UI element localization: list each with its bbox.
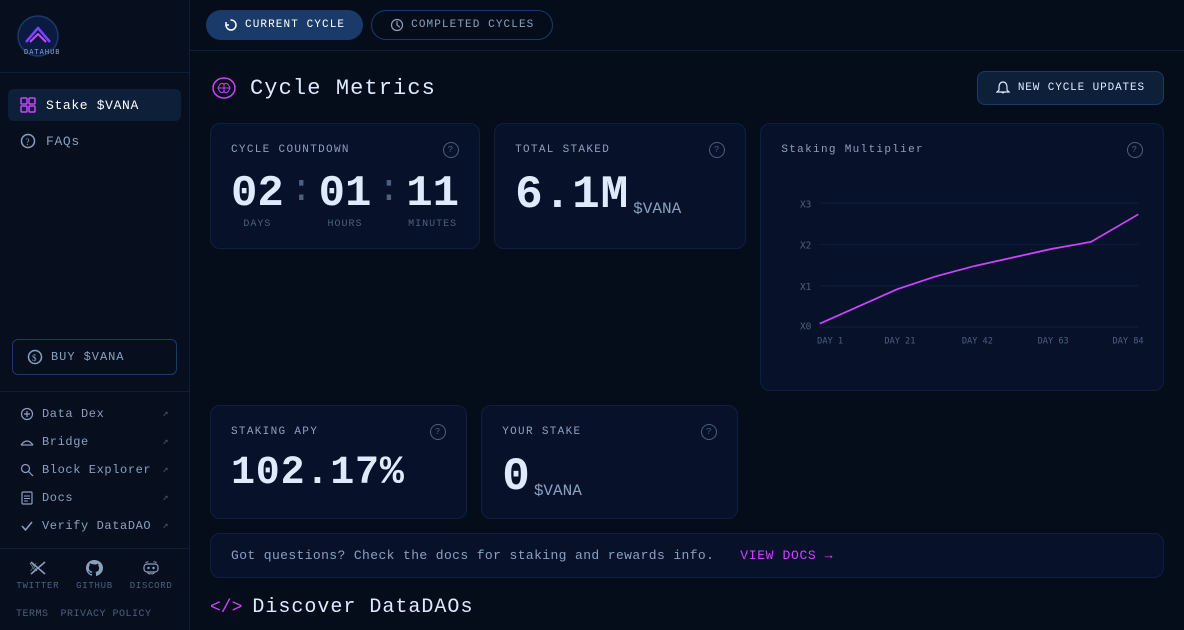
svg-text:?: ? [26,137,31,147]
data-dex-icon [20,407,34,421]
tab-current-cycle[interactable]: CURRENT CYCLE [206,10,363,40]
sidebar-item-block-explorer[interactable]: Block Explorer ↗ [8,456,181,484]
buy-vana-button[interactable]: $ BUY $VANA [12,339,177,375]
terms-link[interactable]: TERMS [16,609,49,620]
content-area: Cycle Metrics NEW CYCLE UPDATES CYCLE CO… [190,51,1184,630]
countdown-days: 02 DAYS [231,172,284,230]
sidebar-item-docs[interactable]: Docs ↗ [8,484,181,512]
svg-text:DAY 63: DAY 63 [1038,336,1069,346]
coin-icon: $ [27,349,43,365]
your-stake-label: YOUR STAKE ? [502,424,717,440]
bridge-icon [20,435,34,449]
svg-text:X0: X0 [800,322,812,333]
code-icon: </> [210,598,242,618]
external-link-icon: ↗ [162,520,169,532]
external-link-icon: ↗ [162,408,169,420]
svg-text:X2: X2 [800,241,811,252]
discord-link[interactable]: DISCORD [130,559,173,591]
discord-icon [142,559,160,577]
discover-section-header: </> Discover DataDAOs [210,596,1164,619]
help-icon: ? [20,133,36,149]
cycle-countdown-info[interactable]: ? [443,142,459,158]
sidebar-item-stake[interactable]: Stake $VANA [8,89,181,121]
chart-spacer [752,405,1164,519]
svg-text:DAY 21: DAY 21 [885,336,916,346]
view-docs-link[interactable]: VIEW DOCS → [740,548,833,563]
discover-title: Discover DataDAOs [252,596,473,619]
total-staked-value: 6.1M$VANA [515,172,725,218]
logo[interactable]: DATAHUB [16,14,173,58]
tab-completed-cycles[interactable]: COMPLETED CYCLES [371,10,553,40]
staking-multiplier-chart: X3 X2 X1 X0 DAY 1 DAY 21 [781,172,1143,372]
countdown-sep-1: : [284,172,319,210]
check-icon [20,519,34,533]
page-title-row: Cycle Metrics [210,74,436,102]
twitter-link[interactable]: 𝕏 TWITTER [16,559,59,591]
main-content: CURRENT CYCLE COMPLETED CYCLES Cycle Met… [190,0,1184,630]
grid-icon [20,97,36,113]
docs-icon [20,491,34,505]
svg-text:DATAHUB: DATAHUB [24,48,60,56]
sidebar-item-data-dex[interactable]: Data Dex ↗ [8,400,181,428]
staking-multiplier-info[interactable]: ? [1127,142,1143,158]
your-stake-info[interactable]: ? [701,424,717,440]
svg-text:DAY 1: DAY 1 [818,336,844,346]
staking-multiplier-card: Staking Multiplier ? X3 X2 X1 X0 [760,123,1164,391]
staking-multiplier-label: Staking Multiplier ? [781,142,1143,158]
logo-area: DATAHUB [0,0,189,73]
github-icon [85,559,103,577]
countdown-hours: 01 HOURS [319,172,372,230]
bell-icon [996,81,1010,95]
staking-apy-card: STAKING APY ? 102.17% [210,405,467,519]
twitter-icon: 𝕏 [29,559,47,577]
sidebar-item-faqs[interactable]: ? FAQs [8,125,181,157]
external-link-icon: ↗ [162,492,169,504]
external-link-icon: ↗ [162,436,169,448]
privacy-link[interactable]: PRIVACY POLICY [61,609,152,620]
svg-text:DAY 42: DAY 42 [962,336,993,346]
sidebar-item-verify-datadao[interactable]: Verify DataDAO ↗ [8,512,181,540]
staking-apy-label: STAKING APY ? [231,424,446,440]
svg-text:$: $ [32,353,37,363]
svg-text:X1: X1 [800,282,812,293]
new-cycle-updates-button[interactable]: NEW CYCLE UPDATES [977,71,1164,105]
svg-text:X3: X3 [800,199,811,210]
countdown-display: 02 DAYS : 01 HOURS : 11 MINUTES [231,172,459,230]
cycle-countdown-label: CYCLE COUNTDOWN ? [231,142,459,158]
cycle-icon [224,18,238,32]
your-stake-value: 0$VANA [502,454,717,500]
staking-apy-info[interactable]: ? [430,424,446,440]
social-links: 𝕏 TWITTER GITHUB DISCORD [0,548,189,601]
brain-icon [210,74,238,102]
total-staked-card: TOTAL STAKED ? 6.1M$VANA [494,123,746,249]
chart-svg: X3 X2 X1 X0 DAY 1 DAY 21 [781,172,1143,372]
clock-icon [390,18,404,32]
countdown-minutes: 11 MINUTES [406,172,459,230]
github-link[interactable]: GITHUB [76,559,113,591]
docs-banner-text: Got questions? Check the docs for stakin… [231,548,714,563]
tab-bar: CURRENT CYCLE COMPLETED CYCLES [190,0,1184,51]
cycle-countdown-card: CYCLE COUNTDOWN ? 02 DAYS : 01 HOURS : [210,123,480,249]
sidebar-item-bridge[interactable]: Bridge ↗ [8,428,181,456]
docs-banner: Got questions? Check the docs for stakin… [210,533,1164,578]
page-title: Cycle Metrics [250,76,436,101]
footer-links: TERMS PRIVACY POLICY [0,601,189,630]
search-icon [20,463,34,477]
total-staked-label: TOTAL STAKED ? [515,142,725,158]
staking-apy-value: 102.17% [231,451,405,496]
page-header: Cycle Metrics NEW CYCLE UPDATES [210,71,1164,105]
your-stake-card: YOUR STAKE ? 0$VANA [481,405,738,519]
svg-text:DAY 84: DAY 84 [1113,336,1143,346]
vana-logo-icon: DATAHUB [16,14,60,58]
total-staked-info[interactable]: ? [709,142,725,158]
countdown-sep-2: : [371,172,406,210]
sidebar: DATAHUB Stake $VANA ? FAQs $ BUY $ [0,0,190,630]
external-links: Data Dex ↗ Bridge ↗ Block Explorer ↗ [0,391,189,548]
external-link-icon: ↗ [162,464,169,476]
nav-items: Stake $VANA ? FAQs [0,73,189,331]
svg-text:𝕏: 𝕏 [29,562,38,575]
